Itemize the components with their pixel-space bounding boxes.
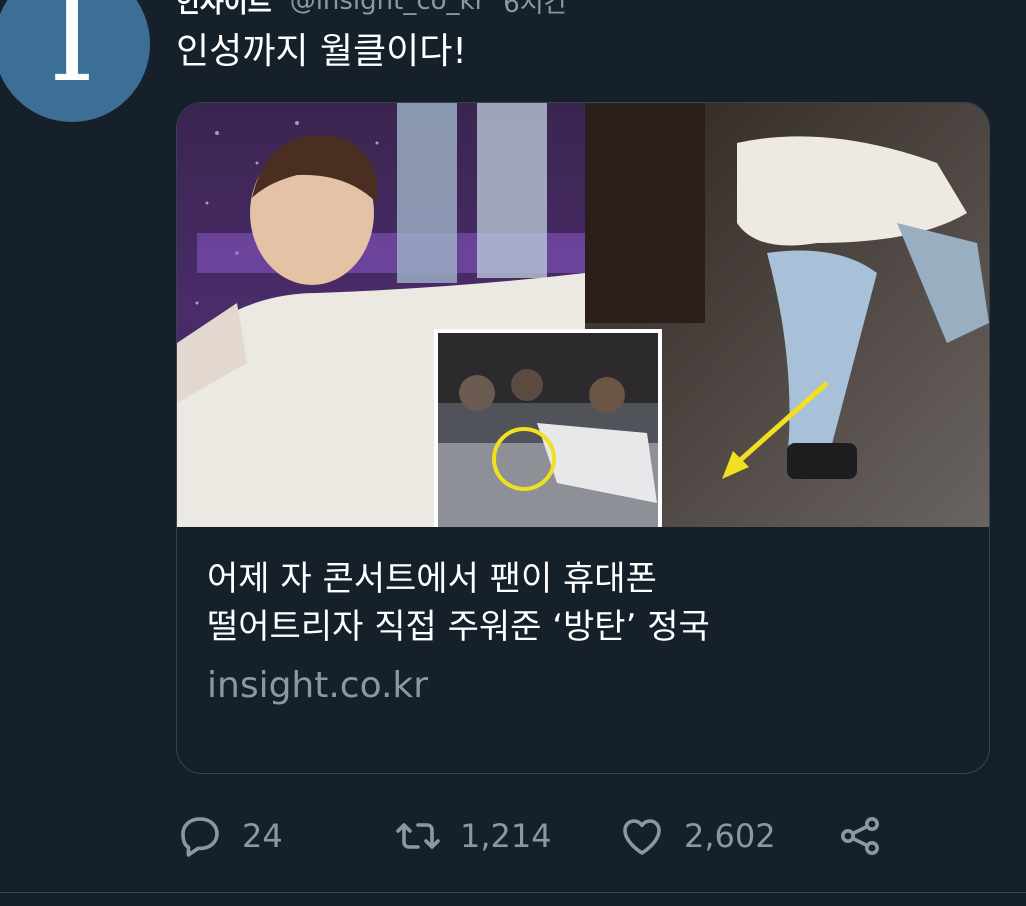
reply-button[interactable]: 24 xyxy=(176,812,283,860)
avatar-letter: I xyxy=(48,0,96,108)
card-domain: insight.co.kr xyxy=(207,665,429,706)
card-title[interactable]: 어제 자 콘서트에서 팬이 휴대폰 떨어트리자 직접 주워준 ‘방탄’ 정국 xyxy=(207,555,959,651)
card-title-line-1: 어제 자 콘서트에서 팬이 휴대폰 xyxy=(207,559,657,599)
heart-icon xyxy=(618,812,666,860)
tweet-header: 인사이트 @insight_co_kr 6시간 xyxy=(176,0,568,19)
card-image[interactable] xyxy=(177,103,989,527)
card-title-line-2: 떨어트리자 직접 주워준 ‘방탄’ 정국 xyxy=(207,607,710,647)
reply-count: 24 xyxy=(242,817,283,855)
action-bar: 24 1,214 2,602 xyxy=(176,806,896,866)
avatar[interactable]: I xyxy=(0,0,150,122)
tweet-time[interactable]: 6시간 xyxy=(503,0,567,20)
share-button[interactable] xyxy=(836,812,884,860)
retweet-count: 1,214 xyxy=(460,817,552,855)
author-name[interactable]: 인사이트 xyxy=(176,0,272,20)
tweet-divider xyxy=(0,892,1026,893)
card-image-graphic xyxy=(177,103,989,527)
link-card[interactable]: 어제 자 콘서트에서 팬이 휴대폰 떨어트리자 직접 주워준 ‘방탄’ 정국 i… xyxy=(176,102,990,774)
tweet-text: 인성까지 월클이다! xyxy=(176,31,467,72)
like-count: 2,602 xyxy=(684,817,776,855)
like-button[interactable]: 2,602 xyxy=(618,812,776,860)
author-handle[interactable]: @insight_co_kr xyxy=(290,0,486,16)
tweet-page: I 인사이트 @insight_co_kr 6시간 인성까지 월클이다! 어제 … xyxy=(0,0,1026,906)
share-icon xyxy=(836,812,884,860)
retweet-icon xyxy=(394,812,442,860)
reply-icon xyxy=(176,812,224,860)
retweet-button[interactable]: 1,214 xyxy=(394,812,552,860)
card-body: 어제 자 콘서트에서 팬이 휴대폰 떨어트리자 직접 주워준 ‘방탄’ 정국 i… xyxy=(177,527,989,709)
